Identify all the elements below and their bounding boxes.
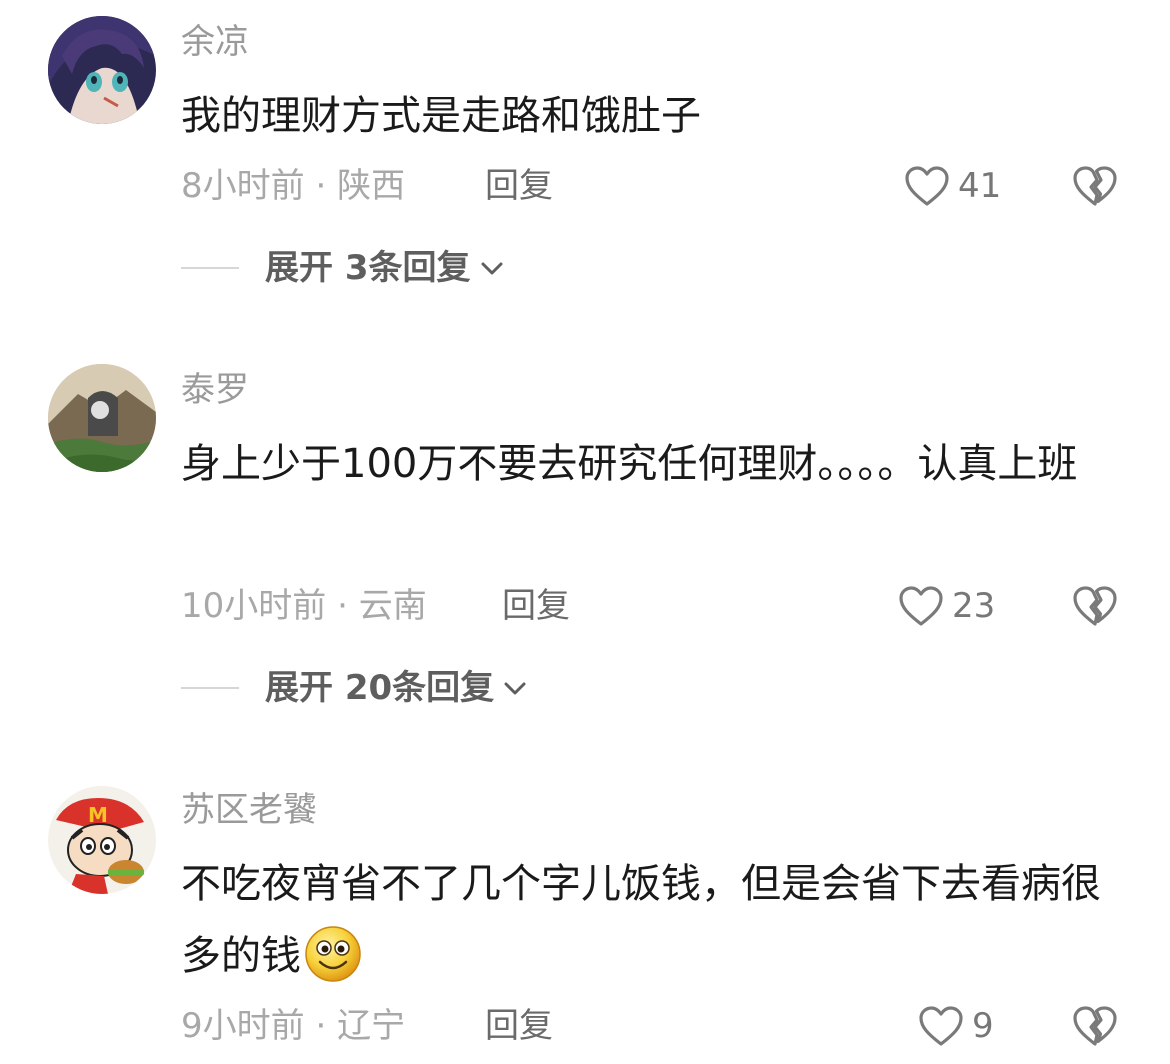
divider-line (181, 687, 239, 689)
meta-separator: · (304, 1006, 338, 1046)
heart-outline-icon (905, 166, 949, 206)
smiling-face-emoji (305, 926, 361, 982)
meta-separator: · (326, 586, 359, 626)
like-count: 9 (972, 1006, 994, 1046)
like-count: 23 (952, 586, 996, 626)
comment-location: 云南 (358, 586, 427, 626)
avatar[interactable]: M (48, 786, 156, 894)
expand-replies[interactable]: 展开 3条回复 (181, 248, 505, 288)
comment-meta: 9小时前 · 辽宁 (181, 1006, 405, 1046)
comment-text: 不吃夜宵省不了几个字儿饭钱，但是会省下去看病很多的钱 (181, 848, 1121, 992)
username[interactable]: 余凉 (181, 22, 249, 62)
dislike-button[interactable] (1072, 584, 1118, 628)
divider-line (181, 267, 239, 269)
heart-outline-icon (919, 1006, 963, 1046)
reply-button[interactable]: 回复 (485, 1006, 553, 1046)
chevron-down-icon (481, 262, 502, 275)
like-button[interactable]: 41 (904, 164, 1001, 208)
comment-location: 陕西 (337, 166, 406, 206)
comment-time: 9小时前 (181, 1006, 305, 1046)
like-count: 41 (958, 166, 1002, 206)
expand-replies-label: 展开 20条回复 (265, 668, 495, 708)
heart-outline-icon (899, 586, 943, 626)
comment-meta: 8小时前 · 陕西 (181, 166, 405, 206)
reply-button[interactable]: 回复 (502, 586, 570, 626)
reply-button[interactable]: 回复 (485, 166, 553, 206)
avatar[interactable] (48, 364, 156, 472)
broken-heart-icon (1073, 166, 1117, 206)
comment-time: 10小时前 (181, 586, 327, 626)
dislike-button[interactable] (1072, 164, 1118, 208)
comment-location: 辽宁 (337, 1006, 406, 1046)
avatar[interactable] (48, 16, 156, 124)
comment-text: 身上少于100万不要去研究任何理财。。。。认真上班 (181, 441, 1078, 487)
broken-heart-icon (1073, 586, 1117, 626)
meta-separator: · (304, 166, 338, 206)
like-button[interactable]: 9 (918, 1004, 994, 1048)
username[interactable]: 泰罗 (181, 370, 249, 410)
dislike-button[interactable] (1072, 1004, 1118, 1048)
like-button[interactable]: 23 (898, 584, 995, 628)
comment-text: 我的理财方式是走路和饿肚子 (181, 93, 701, 139)
comment-meta: 10小时前 · 云南 (181, 586, 427, 626)
username[interactable]: 苏区老饕 (181, 790, 317, 830)
broken-heart-icon (1073, 1006, 1117, 1046)
comment-time: 8小时前 (181, 166, 305, 206)
chevron-down-icon (504, 682, 526, 695)
expand-replies-label: 展开 3条回复 (265, 248, 471, 288)
expand-replies[interactable]: 展开 20条回复 (181, 668, 528, 708)
